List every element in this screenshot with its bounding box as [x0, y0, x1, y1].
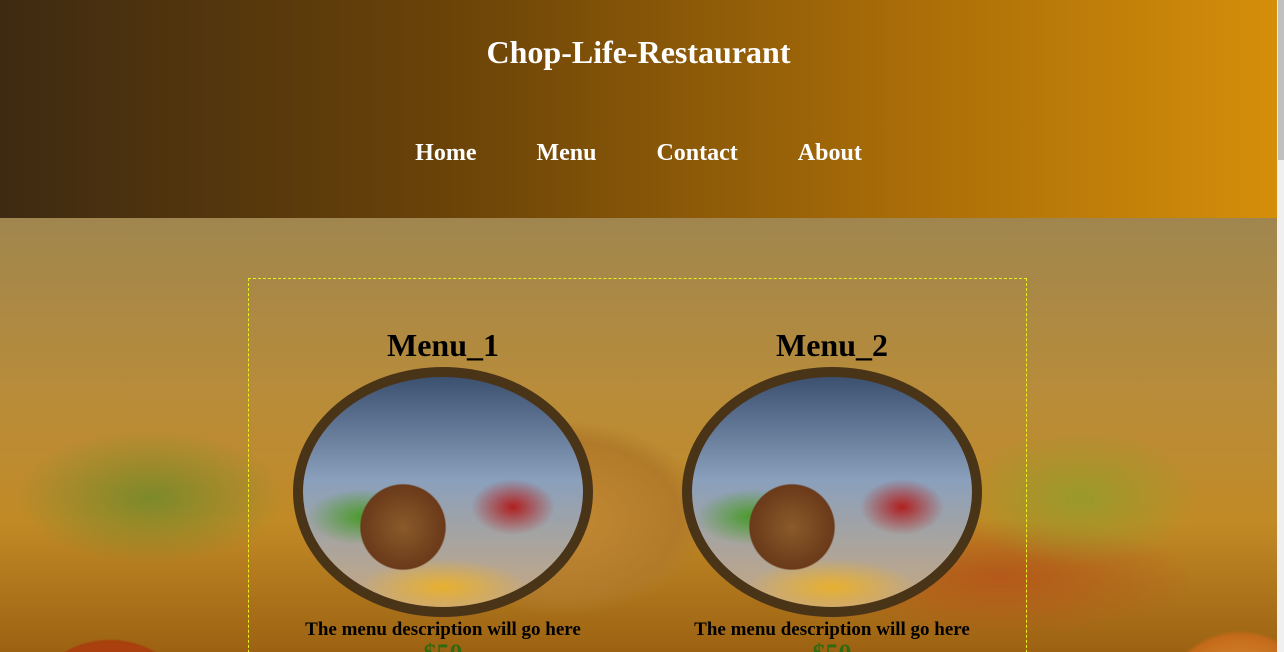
- menu-card-2: Menu_2 The menu description will go here…: [672, 327, 992, 652]
- menu-container: Menu_1 The menu description will go here…: [248, 278, 1027, 652]
- nav-home[interactable]: Home: [415, 140, 476, 167]
- menu-title: Menu_2: [776, 327, 888, 363]
- menu-image: [293, 367, 593, 617]
- nav-contact[interactable]: Contact: [656, 140, 737, 167]
- main-nav: Home Menu Contact About: [0, 140, 1277, 167]
- menu-title: Menu_1: [387, 327, 499, 363]
- scrollbar[interactable]: [1277, 0, 1284, 652]
- site-header: Chop-Life-Restaurant Home Menu Contact A…: [0, 0, 1277, 218]
- menu-description: The menu description will go here: [305, 619, 581, 640]
- nav-menu[interactable]: Menu: [536, 140, 596, 167]
- menu-description: The menu description will go here: [694, 619, 970, 640]
- menu-image: [682, 367, 982, 617]
- menu-card-1: Menu_1 The menu description will go here…: [283, 327, 603, 652]
- nav-about[interactable]: About: [798, 140, 862, 167]
- site-title: Chop-Life-Restaurant: [486, 34, 791, 70]
- scrollbar-thumb[interactable]: [1278, 0, 1284, 160]
